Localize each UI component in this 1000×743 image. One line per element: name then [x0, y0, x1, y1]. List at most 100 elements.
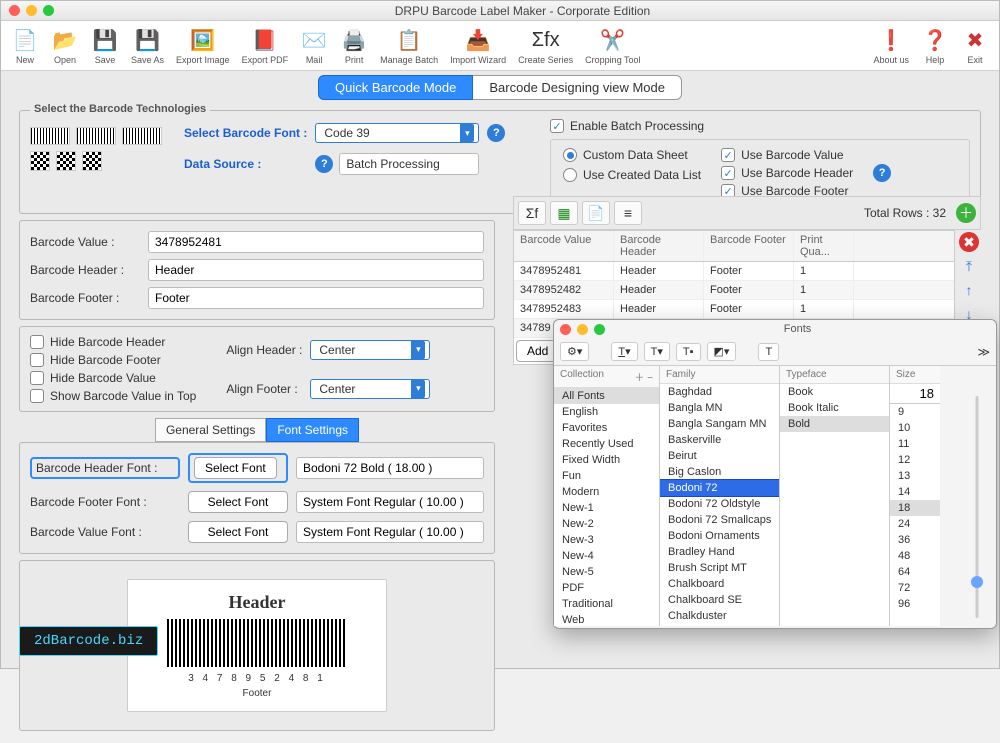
list-item[interactable]: Baskerville	[660, 432, 779, 448]
hide-header-checkbox[interactable]	[30, 335, 44, 349]
list-icon[interactable]: ≡	[614, 201, 642, 225]
font-size-slider[interactable]	[970, 396, 984, 618]
toolbar-mail[interactable]: ✉️Mail	[294, 25, 334, 67]
barcode-sample-2d-1[interactable]	[30, 151, 50, 171]
use-value-checkbox[interactable]	[721, 148, 735, 162]
toolbar-export-image[interactable]: 🖼️Export Image	[170, 25, 236, 67]
list-item[interactable]: 18	[890, 500, 940, 516]
list-item[interactable]: New-1	[554, 500, 659, 516]
tab-general-settings[interactable]: General Settings	[155, 418, 266, 442]
tab-design-mode[interactable]: Barcode Designing view Mode	[473, 75, 682, 100]
list-item[interactable]: New-2	[554, 516, 659, 532]
move-up-icon[interactable]: ↑	[959, 280, 979, 300]
list-item[interactable]: PDF	[554, 580, 659, 596]
list-item[interactable]: Bold	[780, 416, 889, 432]
list-item[interactable]: All Fonts	[554, 388, 659, 404]
align-header-combo[interactable]: Center	[310, 340, 430, 360]
col-qty[interactable]: Print Qua...	[794, 231, 854, 261]
list-item[interactable]: 13	[890, 468, 940, 484]
list-item[interactable]: Bodoni 72 Oldstyle	[660, 496, 779, 512]
list-item[interactable]: Book	[780, 384, 889, 400]
list-item[interactable]: 14	[890, 484, 940, 500]
list-item[interactable]: 96	[890, 596, 940, 612]
underline-icon[interactable]: T▾	[611, 342, 637, 361]
gear-icon[interactable]: ⚙︎▾	[560, 342, 589, 361]
fonts-minimize-icon[interactable]	[577, 324, 588, 335]
barcode-sample-2d-2[interactable]	[56, 151, 76, 171]
barcode-sample-1d-3[interactable]	[122, 127, 162, 145]
list-item[interactable]: Brush Script MT	[660, 560, 779, 576]
maximize-window[interactable]	[43, 5, 54, 16]
toolbar-about-us[interactable]: ❗About us	[867, 25, 915, 67]
created-list-radio[interactable]	[563, 168, 577, 182]
help-batch-icon[interactable]: ?	[873, 164, 891, 182]
list-item[interactable]: Chalkduster	[660, 608, 779, 624]
use-header-checkbox[interactable]	[721, 166, 735, 180]
toolbar-create-series[interactable]: ΣfxCreate Series	[512, 25, 579, 67]
add-collection-icon[interactable]: ＋ −	[634, 369, 653, 384]
help-font-icon[interactable]: ?	[487, 124, 505, 142]
list-item[interactable]: 9	[890, 404, 940, 420]
text-color-icon[interactable]: T▪	[676, 343, 701, 361]
list-item[interactable]: Bodoni 72 Smallcaps	[660, 512, 779, 528]
sheet-icon[interactable]: 📄	[582, 201, 610, 225]
toolbar-new[interactable]: 📄New	[5, 25, 45, 67]
hide-value-checkbox[interactable]	[30, 371, 44, 385]
list-item[interactable]: 24	[890, 516, 940, 532]
list-item[interactable]: Bradley Hand	[660, 544, 779, 560]
tab-font-settings[interactable]: Font Settings	[266, 418, 359, 442]
list-item[interactable]: English	[554, 404, 659, 420]
bg-color-icon[interactable]: ◩▾	[707, 342, 737, 361]
select-header-font-button[interactable]: Select Font	[194, 457, 277, 479]
list-item[interactable]: Chalkboard	[660, 576, 779, 592]
barcode-font-combo[interactable]: Code 39	[315, 123, 479, 143]
show-top-checkbox[interactable]	[30, 389, 44, 403]
custom-sheet-radio[interactable]	[563, 148, 577, 162]
list-item[interactable]: 72	[890, 580, 940, 596]
list-item[interactable]: New-4	[554, 548, 659, 564]
list-item[interactable]: Baghdad	[660, 384, 779, 400]
barcode-sample-2d-3[interactable]	[82, 151, 102, 171]
barcode-sample-1d-2[interactable]	[76, 127, 116, 145]
close-window[interactable]	[9, 5, 20, 16]
toolbar-open[interactable]: 📂Open	[45, 25, 85, 67]
list-item[interactable]: 64	[890, 564, 940, 580]
list-item[interactable]: Bangla Sangam MN	[660, 416, 779, 432]
list-item[interactable]: Fixed Width	[554, 452, 659, 468]
add-row-icon[interactable]: ＋	[956, 203, 976, 223]
list-item[interactable]: New-5	[554, 564, 659, 580]
list-item[interactable]: Recently Used	[554, 436, 659, 452]
toolbar-manage-batch[interactable]: 📋Manage Batch	[374, 25, 444, 67]
list-item[interactable]: Favorites	[554, 420, 659, 436]
select-value-font-button[interactable]: Select Font	[188, 521, 288, 543]
tab-quick-mode[interactable]: Quick Barcode Mode	[318, 75, 473, 100]
list-item[interactable]: 36	[890, 532, 940, 548]
align-footer-combo[interactable]: Center	[310, 379, 430, 399]
table-row[interactable]: 3478952482HeaderFooter1	[514, 281, 954, 300]
font-size-input[interactable]	[890, 384, 940, 404]
col-value[interactable]: Barcode Value	[514, 231, 614, 261]
list-item[interactable]: 12	[890, 452, 940, 468]
more-icon[interactable]: ≫	[977, 345, 990, 359]
list-item[interactable]: 10	[890, 420, 940, 436]
strike-icon[interactable]: T▾	[644, 342, 670, 361]
list-item[interactable]: Modern	[554, 484, 659, 500]
list-item[interactable]: Big Caslon	[660, 464, 779, 480]
list-item[interactable]: Traditional	[554, 596, 659, 612]
fonts-close-icon[interactable]	[560, 324, 571, 335]
formula-icon[interactable]: Σf	[518, 201, 546, 225]
col-footer[interactable]: Barcode Footer	[704, 231, 794, 261]
barcode-sample-1d-1[interactable]	[30, 127, 70, 145]
list-item[interactable]: Fun	[554, 468, 659, 484]
list-item[interactable]: Web	[554, 612, 659, 626]
list-item[interactable]: Bodoni Ornaments	[660, 528, 779, 544]
hide-footer-checkbox[interactable]	[30, 353, 44, 367]
minimize-window[interactable]	[26, 5, 37, 16]
fonts-maximize-icon[interactable]	[594, 324, 605, 335]
enable-batch-checkbox[interactable]	[550, 119, 564, 133]
toolbar-save[interactable]: 💾Save	[85, 25, 125, 67]
list-item[interactable]: Beirut	[660, 448, 779, 464]
list-item[interactable]: New-3	[554, 532, 659, 548]
text-icon[interactable]: T	[758, 343, 779, 361]
select-footer-font-button[interactable]: Select Font	[188, 491, 288, 513]
